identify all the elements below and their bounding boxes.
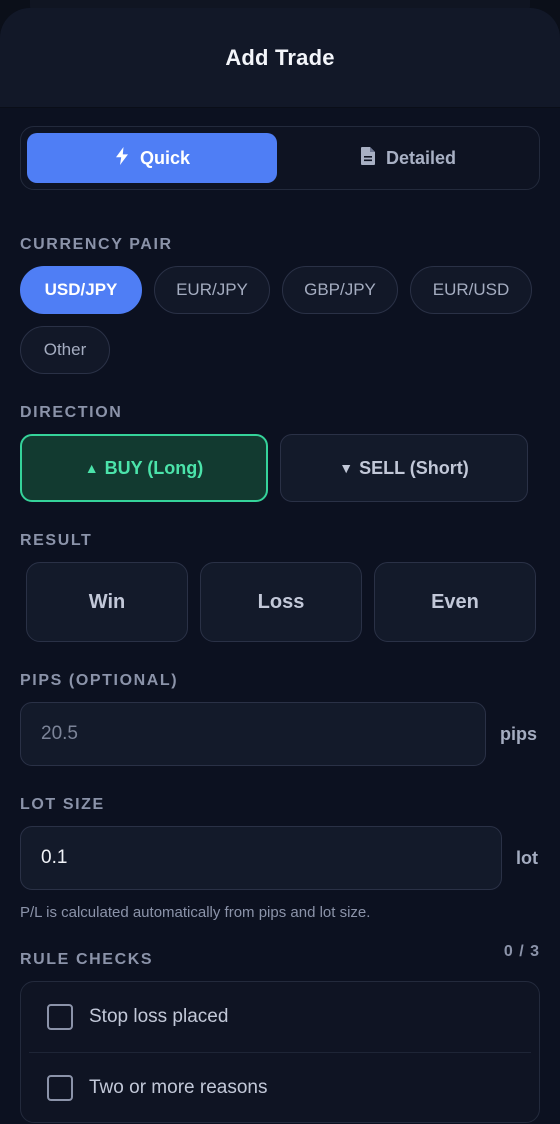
result-section: RESULT Win Loss Even <box>20 532 540 642</box>
detailed-mode-label: Detailed <box>385 147 457 168</box>
pair-gbp-jpy[interactable]: GBP/JPY <box>282 266 398 314</box>
document-icon <box>360 146 376 170</box>
lot-size-unit: lot <box>516 847 538 868</box>
direction-options: ▲ BUY (Long) ▼ SELL (Short) <box>20 434 540 502</box>
rule-checks-label: RULE CHECKS <box>20 951 154 968</box>
rule-checks-header: RULE CHECKS 0 / 3 <box>20 943 540 969</box>
pips-section: PIPS (OPTIONAL) 20.5 pips <box>20 672 540 766</box>
quick-mode-label: Quick <box>139 147 191 168</box>
sell-short-button[interactable]: ▼ SELL (Short) <box>280 434 528 502</box>
pips-input[interactable]: 20.5 <box>20 702 486 766</box>
pair-eur-usd[interactable]: EUR/USD <box>410 266 532 314</box>
rule-two-reasons[interactable]: Two or more reasons <box>29 1052 531 1122</box>
rule-two-reasons-label: Two or more reasons <box>89 1076 268 1098</box>
pair-usd-jpy[interactable]: USD/JPY <box>20 266 142 314</box>
pair-eur-jpy[interactable]: EUR/JPY <box>154 266 270 314</box>
pips-input-row: 20.5 pips <box>20 702 540 766</box>
result-loss-button[interactable]: Loss <box>200 562 362 642</box>
rule-checks-section: RULE CHECKS 0 / 3 Stop loss placed Two o… <box>20 943 540 1123</box>
direction-label: DIRECTION <box>20 404 123 421</box>
currency-pair-label: CURRENCY PAIR <box>20 236 173 253</box>
direction-section: DIRECTION ▲ BUY (Long) ▼ SELL (Short) <box>20 404 540 502</box>
pips-label: PIPS (OPTIONAL) <box>20 672 179 689</box>
rule-stop-loss[interactable]: Stop loss placed <box>29 982 531 1052</box>
rule-checks-list: Stop loss placed Two or more reasons <box>20 981 540 1123</box>
sheet-header: Add Trade <box>0 8 560 108</box>
result-win-button[interactable]: Win <box>26 562 188 642</box>
checkbox-unchecked[interactable] <box>47 1004 73 1030</box>
lot-size-input[interactable]: 0.1 <box>20 826 502 890</box>
detailed-mode-button[interactable]: Detailed <box>283 133 533 183</box>
currency-pair-section: CURRENCY PAIR USD/JPY EUR/JPY GBP/JPY EU… <box>20 236 540 374</box>
add-trade-sheet: Add Trade Quick Detailed CURRENCY PAIR U… <box>0 8 560 1124</box>
pair-other[interactable]: Other <box>20 326 110 374</box>
form-content: Quick Detailed CURRENCY PAIR USD/JPY EUR… <box>20 126 540 1123</box>
lot-size-label: LOT SIZE <box>20 796 105 813</box>
arrow-down-icon: ▼ <box>339 460 354 476</box>
rule-stop-loss-label: Stop loss placed <box>89 1006 229 1027</box>
quick-mode-button[interactable]: Quick <box>27 133 277 183</box>
result-label: RESULT <box>20 532 93 549</box>
lot-size-input-row: 0.1 lot <box>20 826 540 890</box>
checkbox-unchecked[interactable] <box>47 1074 73 1101</box>
pips-unit: pips <box>500 723 538 744</box>
rule-checks-count: 0 / 3 <box>503 943 540 960</box>
page-title: Add Trade <box>225 44 335 70</box>
currency-pair-options: USD/JPY EUR/JPY GBP/JPY EUR/USD Other <box>20 266 540 374</box>
buy-long-label: BUY (Long) <box>104 457 204 478</box>
sell-short-label: SELL (Short) <box>359 457 469 478</box>
buy-long-button[interactable]: ▲ BUY (Long) <box>20 434 268 502</box>
pl-hint-text: P/L is calculated automatically from pip… <box>20 904 371 921</box>
result-even-button[interactable]: Even <box>374 562 536 642</box>
lot-size-section: LOT SIZE 0.1 lot P/L is calculated autom… <box>20 796 540 921</box>
arrow-up-icon: ▲ <box>84 460 99 476</box>
result-options: Win Loss Even <box>20 562 540 642</box>
mode-toggle: Quick Detailed <box>20 126 540 190</box>
lightning-icon <box>114 146 130 170</box>
